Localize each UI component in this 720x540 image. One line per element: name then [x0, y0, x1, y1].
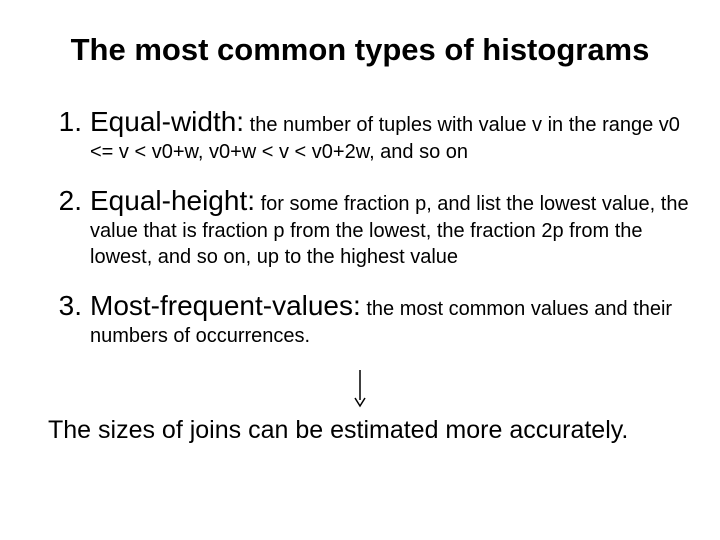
- list-item: 3. Most-frequent-values: the most common…: [30, 288, 690, 349]
- footer-text: The sizes of joins can be estimated more…: [48, 416, 672, 445]
- list-item: 2. Equal-height: for some fraction p, an…: [30, 183, 690, 270]
- slide-title: The most common types of histograms: [50, 32, 670, 68]
- item-term: Equal-height:: [90, 185, 255, 216]
- item-body: Equal-height: for some fraction p, and l…: [90, 183, 690, 270]
- item-term: Equal-width:: [90, 106, 244, 137]
- item-number: 2.: [30, 185, 90, 217]
- item-number: 3.: [30, 290, 90, 322]
- item-body: Equal-width: the number of tuples with v…: [90, 104, 690, 165]
- item-term: Most-frequent-values:: [90, 290, 361, 321]
- item-body: Most-frequent-values: the most common va…: [90, 288, 690, 349]
- list-item: 1. Equal-width: the number of tuples wit…: [30, 104, 690, 165]
- down-arrow-icon: [30, 368, 690, 408]
- slide: The most common types of histograms 1. E…: [0, 0, 720, 540]
- histogram-list: 1. Equal-width: the number of tuples wit…: [30, 104, 690, 350]
- item-number: 1.: [30, 106, 90, 138]
